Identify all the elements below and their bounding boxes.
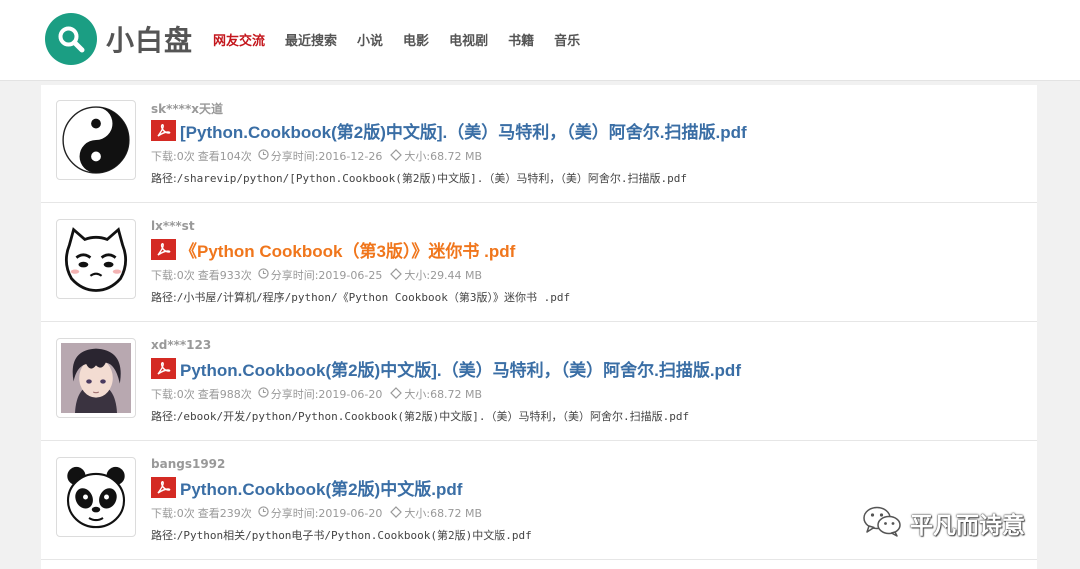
nav-item-music[interactable]: 音乐 bbox=[554, 30, 580, 49]
size-icon bbox=[390, 386, 403, 402]
view-count: 查看933次 bbox=[197, 269, 252, 282]
nav-item-movies[interactable]: 电影 bbox=[403, 30, 429, 49]
nav-item-novels[interactable]: 小说 bbox=[357, 30, 383, 49]
file-size: 大小:68.72 MB bbox=[404, 150, 483, 163]
view-count: 查看239次 bbox=[197, 507, 252, 520]
site-logo[interactable]: 小白盘 bbox=[45, 13, 193, 65]
result-title-link[interactable]: Python.Cookbook(第2版)中文版].（美）马特利，（美）阿舍尔.扫… bbox=[180, 356, 741, 381]
anime-avatar[interactable] bbox=[56, 338, 136, 418]
file-path: 路径:/Python相关/python电子书/Python.Cookbook(第… bbox=[151, 527, 532, 543]
result-item: lx***st 《Python Cookbook（第3版）》迷你书 .pdf 下… bbox=[41, 204, 1037, 322]
result-title-link[interactable]: Python.Cookbook(第2版)中文版.pdf bbox=[180, 475, 462, 500]
pdf-icon bbox=[151, 358, 176, 379]
site-name: 小白盘 bbox=[106, 24, 194, 57]
result-list: sk****x天道 [Python.Cookbook(第2版)中文版].（美）马… bbox=[41, 85, 1037, 569]
result-title-link[interactable]: 《Python Cookbook（第3版）》迷你书 .pdf bbox=[180, 237, 515, 262]
nav-item-recent-searches[interactable]: 最近搜索 bbox=[285, 30, 337, 49]
path-label: 路径: bbox=[151, 172, 177, 185]
result-title-link[interactable]: [Python.Cookbook(第2版)中文版].（美）马特利，（美）阿舍尔.… bbox=[180, 118, 747, 143]
path-value: /小书屋/计算机/程序/python/《Python Cookbook（第3版）… bbox=[176, 291, 571, 304]
watermark: 平凡而诗意 bbox=[862, 505, 1025, 541]
cartoon-face-avatar[interactable] bbox=[56, 219, 136, 299]
file-size: 大小:68.72 MB bbox=[404, 388, 483, 401]
file-path: 路径:/小书屋/计算机/程序/python/《Python Cookbook（第… bbox=[151, 289, 570, 305]
path-label: 路径: bbox=[151, 529, 177, 542]
path-value: /ebook/开发/python/Python.Cookbook(第2版)中文版… bbox=[176, 410, 690, 423]
wechat-icon bbox=[862, 505, 902, 541]
panda-avatar[interactable] bbox=[56, 457, 136, 537]
uploader-name[interactable]: bangs1992 bbox=[151, 457, 225, 471]
nav-item-books[interactable]: 书籍 bbox=[508, 30, 534, 49]
result-meta: 下载:0次 查看933次 分享时间:2019-06-25 大小:29.44 MB bbox=[151, 267, 482, 283]
nav-item-community[interactable]: 网友交流 bbox=[213, 30, 265, 49]
file-size: 大小:68.72 MB bbox=[404, 507, 483, 520]
nav-item-tv-series[interactable]: 电视剧 bbox=[449, 30, 488, 49]
clock-icon bbox=[258, 506, 269, 520]
result-meta: 下载:0次 查看988次 分享时间:2019-06-20 大小:68.72 MB bbox=[151, 386, 482, 402]
result-item: xd***123 Python.Cookbook(第2版)中文版].（美）马特利… bbox=[41, 323, 1037, 441]
file-path: 路径:/sharevip/python/[Python.Cookbook(第2版… bbox=[151, 170, 687, 186]
path-label: 路径: bbox=[151, 291, 177, 304]
clock-icon bbox=[258, 387, 269, 401]
search-logo-icon bbox=[45, 13, 97, 65]
path-value: /sharevip/python/[Python.Cookbook(第2版)中文… bbox=[176, 172, 687, 185]
clock-icon bbox=[258, 149, 269, 163]
share-time: 分享时间:2019-06-20 bbox=[270, 507, 383, 520]
result-meta: 下载:0次 查看239次 分享时间:2019-06-20 大小:68.72 MB bbox=[151, 505, 482, 521]
download-count: 下载:0次 bbox=[151, 388, 195, 401]
yin-yang-avatar[interactable] bbox=[56, 100, 136, 180]
download-count: 下载:0次 bbox=[151, 269, 195, 282]
view-count: 查看104次 bbox=[197, 150, 252, 163]
result-item: bangs1992 Python.Cookbook(第2版)中文版.pdf 下载… bbox=[41, 442, 1037, 560]
download-count: 下载:0次 bbox=[151, 507, 195, 520]
share-time: 分享时间:2016-12-26 bbox=[270, 150, 383, 163]
file-size: 大小:29.44 MB bbox=[404, 269, 483, 282]
uploader-name[interactable]: xd***123 bbox=[151, 338, 211, 352]
file-path: 路径:/ebook/开发/python/Python.Cookbook(第2版)… bbox=[151, 408, 689, 424]
result-item: sk****x天道 [Python.Cookbook(第2版)中文版].（美）马… bbox=[41, 85, 1037, 203]
uploader-name[interactable]: lx***st bbox=[151, 219, 195, 233]
main-nav: 网友交流 最近搜索 小说 电影 电视剧 书籍 音乐 bbox=[213, 30, 600, 49]
share-time: 分享时间:2019-06-20 bbox=[270, 388, 383, 401]
pdf-icon bbox=[151, 120, 176, 141]
clock-icon bbox=[258, 268, 269, 282]
size-icon bbox=[390, 505, 403, 521]
uploader-name[interactable]: sk****x天道 bbox=[151, 100, 223, 117]
watermark-text: 平凡而诗意 bbox=[910, 513, 1025, 539]
pdf-icon bbox=[151, 477, 176, 498]
result-meta: 下载:0次 查看104次 分享时间:2016-12-26 大小:68.72 MB bbox=[151, 148, 482, 164]
path-label: 路径: bbox=[151, 410, 177, 423]
view-count: 查看988次 bbox=[197, 388, 252, 401]
pdf-icon bbox=[151, 239, 176, 260]
size-icon bbox=[390, 148, 403, 164]
download-count: 下载:0次 bbox=[151, 150, 195, 163]
site-header: 小白盘 网友交流 最近搜索 小说 电影 电视剧 书籍 音乐 bbox=[0, 0, 1080, 81]
path-value: /Python相关/python电子书/Python.Cookbook(第2版)… bbox=[176, 529, 532, 542]
size-icon bbox=[390, 267, 403, 283]
share-time: 分享时间:2019-06-25 bbox=[270, 269, 383, 282]
